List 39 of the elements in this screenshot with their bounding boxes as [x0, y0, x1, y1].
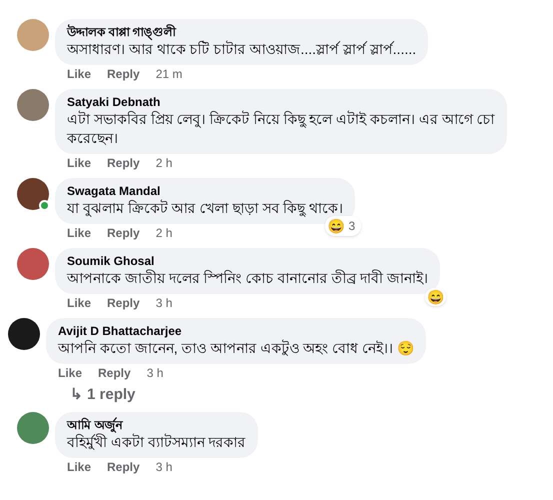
- like-link[interactable]: Like: [58, 366, 82, 381]
- reaction-badge[interactable]: 😄 3: [325, 216, 362, 236]
- avatar[interactable]: [8, 318, 40, 350]
- comment-text: আপনি কতো জানেন, তাও আপনার একটুও অহং বোধ নেই।। 😌: [58, 339, 414, 358]
- like-link[interactable]: Like: [67, 156, 92, 171]
- like-link[interactable]: Like: [67, 67, 92, 82]
- laughing-emoji-icon: 😄: [327, 218, 344, 234]
- comment-time[interactable]: 3 h: [156, 460, 172, 475]
- author-name[interactable]: Swagata Mandal: [67, 184, 344, 199]
- comment-text: বহির্মুখী একটা ব্যাটসম্যান দরকার: [67, 433, 246, 452]
- reply-link[interactable]: Reply: [107, 156, 140, 171]
- comment-text: এটা সভাকবির প্রিয় লেবু। ক্রিকেট নিয়ে কিছু হলে এটাই কচলান। এর আগে চো: [67, 110, 495, 129]
- reply-link[interactable]: Reply: [107, 226, 140, 241]
- view-replies-link[interactable]: ↳ 1 reply: [8, 385, 553, 405]
- like-link[interactable]: Like: [67, 460, 92, 475]
- reply-link[interactable]: Reply: [107, 460, 140, 475]
- comment-text: অসাধারণ। আর থাকে চটি চাটার আওয়াজ....স্লার্প স্লার্প স্লার্প......: [67, 40, 416, 59]
- like-link[interactable]: Like: [67, 296, 92, 311]
- reply-arrow-icon: ↳: [70, 385, 83, 405]
- reply-link[interactable]: Reply: [98, 366, 131, 381]
- comment-text: আপনাকে জাতীয় দলের স্পিনিং কোচ বানানোর তীব্র দাবী জানাই।: [67, 269, 428, 288]
- author-name[interactable]: উদ্দালক বাপ্পা গাঙ্গুলী: [67, 25, 416, 40]
- comment-text: করেছেন।: [67, 129, 119, 148]
- author-name[interactable]: Satyaki Debnath: [67, 95, 495, 110]
- reaction-count: 3: [348, 218, 356, 235]
- comment-text: যা বুঝলাম ক্রিকেট আর খেলা ছাড়া সব কিছু থাকে।: [67, 199, 344, 218]
- comment-time[interactable]: 2 h: [156, 156, 172, 171]
- replies-count: 1 reply: [87, 385, 136, 405]
- author-name[interactable]: Soumik Ghosal: [67, 254, 428, 269]
- avatar[interactable]: [17, 178, 49, 210]
- author-name[interactable]: আমি অর্জুন: [67, 418, 246, 433]
- comment-time[interactable]: 21 m: [156, 67, 182, 82]
- comment-time[interactable]: 3 h: [156, 296, 172, 311]
- reply-link[interactable]: Reply: [107, 67, 140, 82]
- reply-link[interactable]: Reply: [107, 296, 140, 311]
- comment-time[interactable]: 3 h: [146, 366, 164, 381]
- author-name[interactable]: Avijit D Bhattacharjee: [58, 324, 414, 339]
- like-link[interactable]: Like: [67, 226, 92, 241]
- comment-time[interactable]: 2 h: [156, 226, 172, 241]
